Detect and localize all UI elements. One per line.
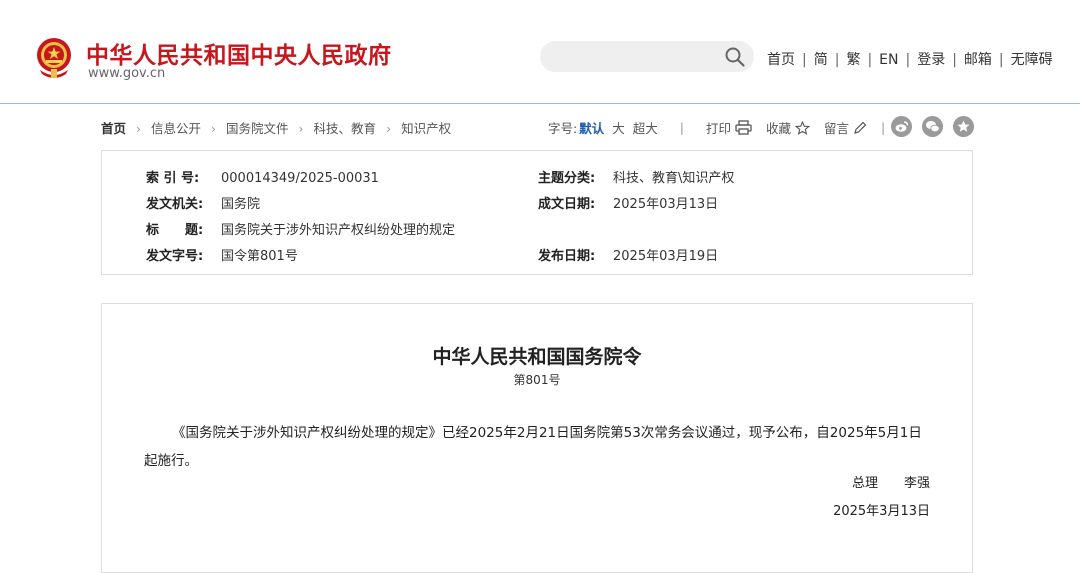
meta-value: 国务院关于涉外知识产权纠纷处理的规定	[221, 223, 456, 238]
star-icon	[957, 120, 970, 132]
star-share-button[interactable]	[953, 116, 974, 137]
document-sign-date: 2025年3月13日	[833, 504, 930, 519]
meta-label: 索 引 号:	[146, 171, 200, 186]
nav-separator: |	[952, 52, 957, 68]
nav-separator: |	[867, 52, 873, 68]
breadcrumb-ip[interactable]: 知识产权	[401, 121, 451, 136]
weibo-share-button[interactable]	[891, 116, 912, 137]
page-tools: 字号: 默认 大 超大 | 打印 收藏 留言 |	[548, 118, 885, 137]
star-outline-icon	[795, 120, 811, 135]
nav-simplified[interactable]: 简	[814, 52, 828, 68]
nav-traditional[interactable]: 繁	[846, 52, 860, 68]
comment-label: 留言	[824, 121, 850, 136]
printer-icon	[735, 120, 752, 135]
nav-accessibility[interactable]: 无障碍	[1011, 52, 1053, 68]
wechat-share-button[interactable]	[922, 116, 943, 137]
breadcrumb-state-council-docs[interactable]: 国务院文件	[226, 121, 289, 136]
search-input[interactable]	[540, 41, 754, 72]
meta-value: 2025年03月13日	[613, 197, 719, 212]
font-size-label: 字号:	[548, 121, 578, 136]
nav-english[interactable]: EN	[879, 52, 898, 68]
meta-value: 国令第801号	[221, 249, 298, 264]
signer-title: 总理	[851, 476, 878, 491]
document-number: 第801号	[513, 373, 561, 387]
meta-date-written: 成文日期: 2025年03月13日	[538, 193, 718, 212]
nav-home[interactable]: 首页	[767, 52, 795, 68]
meta-category: 主题分类: 科技、教育\知识产权	[538, 167, 734, 186]
document-body: 中华人民共和国国务院令 第801号 《国务院关于涉外知识产权纠纷处理的规定》已经…	[101, 303, 973, 573]
meta-issuer: 发文机关: 国务院	[146, 193, 260, 212]
nav-separator: |	[905, 52, 911, 68]
chevron-right-icon: ›	[211, 121, 217, 136]
top-nav: 首页 | 简 | 繁 | EN | 登录 | 邮箱 | 无障碍	[767, 49, 1053, 69]
meta-label: 主题分类:	[538, 171, 596, 186]
meta-value: 000014349/2025-00031	[221, 171, 379, 186]
weibo-icon	[895, 121, 909, 132]
meta-label: 发文机关:	[146, 197, 204, 212]
search-icon[interactable]	[724, 46, 746, 68]
meta-title: 标 题: 国务院关于涉外知识产权纠纷处理的规定	[146, 219, 455, 238]
breadcrumb: 首页 › 信息公开 › 国务院文件 › 科技、教育 › 知识产权	[101, 118, 451, 137]
signer-name: 李强	[903, 476, 930, 491]
favorite-label: 收藏	[766, 121, 792, 136]
meta-label: 发布日期:	[538, 249, 596, 264]
nav-separator: |	[998, 52, 1004, 68]
meta-label: 发文字号:	[146, 249, 204, 264]
site-domain: www.gov.cn	[88, 66, 166, 81]
national-emblem-icon[interactable]	[34, 36, 74, 80]
font-size-xlarge[interactable]: 超大	[633, 118, 658, 137]
meta-label: 标 题:	[146, 223, 204, 238]
meta-value: 国务院	[221, 197, 261, 212]
chevron-right-icon: ›	[298, 121, 304, 136]
breadcrumb-sci-edu[interactable]: 科技、教育	[314, 121, 377, 136]
tools-divider: |	[881, 120, 886, 135]
document-paragraph: 《国务院关于涉外知识产权纠纷处理的规定》已经2025年2月21日国务院第53次常…	[144, 425, 922, 469]
meta-value: 科技、教育\知识产权	[613, 171, 735, 186]
site-title[interactable]: 中华人民共和国中央人民政府	[86, 36, 392, 70]
breadcrumb-home[interactable]: 首页	[101, 121, 126, 136]
nav-separator: |	[802, 52, 807, 68]
document-title: 中华人民共和国国务院令	[432, 346, 642, 368]
nav-login[interactable]: 登录	[917, 52, 945, 68]
meta-index: 索 引 号: 000014349/2025-00031	[146, 167, 379, 186]
comment-button[interactable]: 留言	[824, 118, 867, 137]
font-size-default[interactable]: 默认	[579, 118, 604, 137]
tools-divider: |	[679, 120, 684, 135]
favorite-button[interactable]: 收藏	[766, 118, 811, 137]
breadcrumb-info-public[interactable]: 信息公开	[151, 121, 201, 136]
nav-separator: |	[834, 52, 840, 68]
nav-mail[interactable]: 邮箱	[964, 52, 992, 68]
print-label: 打印	[705, 121, 731, 136]
font-size-large[interactable]: 大	[612, 118, 625, 137]
wechat-icon	[926, 121, 940, 133]
print-button[interactable]: 打印	[706, 118, 752, 137]
meta-doc-number: 发文字号: 国令第801号	[146, 245, 298, 264]
document-metadata: 索 引 号: 000014349/2025-00031 主题分类: 科技、教育\知识…	[101, 150, 973, 275]
meta-value: 2025年03月19日	[613, 249, 719, 264]
meta-label: 成文日期:	[538, 197, 596, 212]
chevron-right-icon: ›	[136, 121, 142, 136]
chevron-right-icon: ›	[386, 121, 392, 136]
pencil-icon	[854, 121, 867, 134]
document-signature: 总理 李强	[852, 472, 930, 491]
meta-publish-date: 发布日期: 2025年03月19日	[538, 245, 718, 264]
site-header: 中华人民共和国中央人民政府 www.gov.cn 首页 | 简 | 繁 | EN | 登录 | 邮箱…	[0, 0, 1080, 104]
